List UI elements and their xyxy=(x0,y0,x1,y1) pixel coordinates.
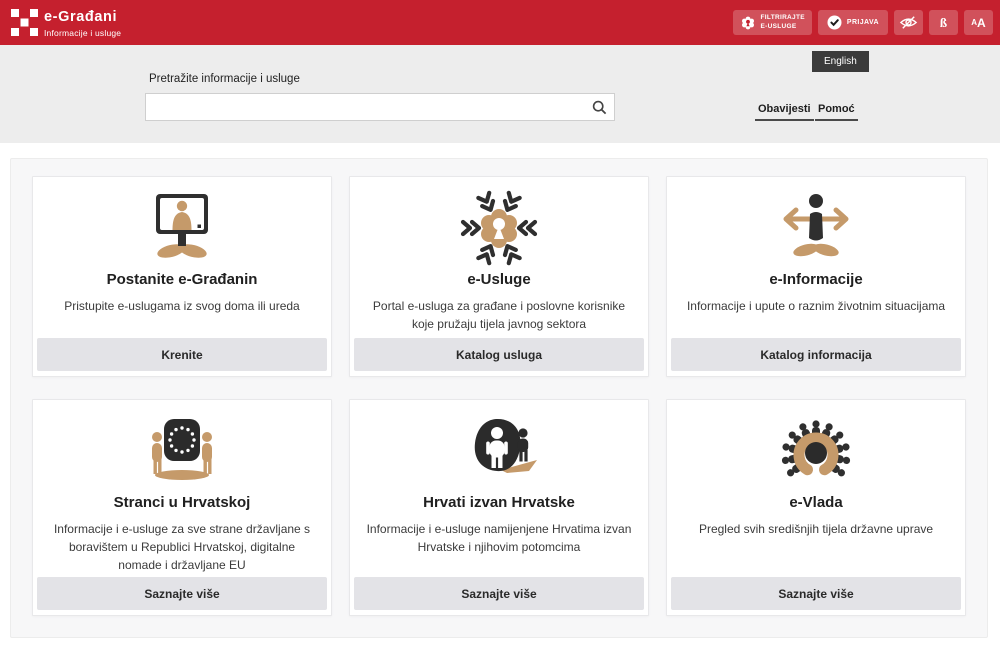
search-strip: Pretražite informacije i usluge English … xyxy=(0,45,1000,143)
card-description: Informacije i e-usluge za sve strane drž… xyxy=(49,520,315,574)
contrast-toggle-button[interactable] xyxy=(894,10,923,35)
app-title: e-Građani xyxy=(44,9,121,25)
notifications-link[interactable]: Obavijesti xyxy=(755,103,814,121)
help-link[interactable]: Pomoć xyxy=(815,103,858,121)
croatian-checkerboard-logo[interactable] xyxy=(10,8,39,37)
dyslexia-font-label: ß xyxy=(940,15,947,31)
search-submit-button[interactable] xyxy=(584,94,614,120)
card-title: Postanite e-Građanin xyxy=(107,271,258,288)
card-postanite-egradanin: Postanite e-Građanin Pristupite e-usluga… xyxy=(32,176,332,377)
card-description: Portal e-usluga za građane i poslovne ko… xyxy=(366,297,632,333)
diaspora-people-icon xyxy=(458,412,540,490)
topbar-actions: FILTRIRAJTE E-USLUGE PRIJAVA xyxy=(733,10,993,35)
eye-off-icon xyxy=(899,15,918,30)
cards-panel: Postanite e-Građanin Pristupite e-usluga… xyxy=(10,158,988,638)
search-input[interactable] xyxy=(146,94,584,120)
search-label: Pretražite informacije i usluge xyxy=(149,73,300,85)
card-description: Pregled svih središnjih tijela državne u… xyxy=(699,520,933,538)
card-title: e-Vlada xyxy=(789,494,842,511)
top-red-bar: e-Građani Informacije i usluge FILTRIRAJ… xyxy=(0,0,1000,45)
saznajte-vise-button[interactable]: Saznajte više xyxy=(354,577,644,610)
keyhole-arrows-icon xyxy=(458,189,540,267)
search-icon xyxy=(592,100,607,115)
keyhole-star-icon xyxy=(740,15,756,31)
card-evlada: e-Vlada Pregled svih središnjih tijela d… xyxy=(666,399,966,616)
info-arrows-icon xyxy=(775,189,857,267)
saznajte-vise-button[interactable]: Saznajte više xyxy=(37,577,327,610)
card-einformacije: e-Informacije Informacije i upute o razn… xyxy=(666,176,966,377)
card-title: Hrvati izvan Hrvatske xyxy=(423,494,575,511)
card-stranci-u-hrvatskoj: Stranci u Hrvatskoj Informacije i e-uslu… xyxy=(32,399,332,616)
government-crowd-icon xyxy=(775,412,857,490)
login-button[interactable]: PRIJAVA xyxy=(818,10,888,35)
card-title: e-Informacije xyxy=(769,271,862,288)
dyslexia-font-button[interactable]: ß xyxy=(929,10,958,35)
check-circle-icon xyxy=(827,15,842,30)
card-description: Informacije i upute o raznim životnim si… xyxy=(687,297,945,315)
card-description: Pristupite e-uslugama iz svog doma ili u… xyxy=(64,297,299,315)
font-size-large-letter: A xyxy=(977,16,986,30)
filter-button-label: FILTRIRAJTE E-USLUGE xyxy=(761,14,805,32)
brand-block: e-Građani Informacije i usluge xyxy=(44,9,121,38)
app-subtitle: Informacije i usluge xyxy=(44,28,121,38)
card-hrvati-izvan-hrvatske: Hrvati izvan Hrvatske Informacije i e-us… xyxy=(349,399,649,616)
katalog-informacija-button[interactable]: Katalog informacija xyxy=(671,338,961,371)
filter-eservices-button[interactable]: FILTRIRAJTE E-USLUGE xyxy=(733,10,812,35)
e-gradani-portal: e-Građani Informacije i usluge FILTRIRAJ… xyxy=(0,0,1000,667)
katalog-usluga-button[interactable]: Katalog usluga xyxy=(354,338,644,371)
monitor-person-icon xyxy=(141,189,223,267)
card-description: Informacije i e-usluge namijenjene Hrvat… xyxy=(366,520,632,556)
login-button-label: PRIJAVA xyxy=(847,19,879,26)
krenite-button[interactable]: Krenite xyxy=(37,338,327,371)
search-box xyxy=(145,93,615,121)
saznajte-vise-button[interactable]: Saznajte više xyxy=(671,577,961,610)
card-title: e-Usluge xyxy=(467,271,530,288)
font-size-button[interactable]: AA xyxy=(964,10,993,35)
card-title: Stranci u Hrvatskoj xyxy=(114,494,251,511)
language-toggle-button[interactable]: English xyxy=(812,51,869,72)
eu-people-icon xyxy=(141,412,223,490)
card-eusluge: e-Usluge Portal e-usluga za građane i po… xyxy=(349,176,649,377)
